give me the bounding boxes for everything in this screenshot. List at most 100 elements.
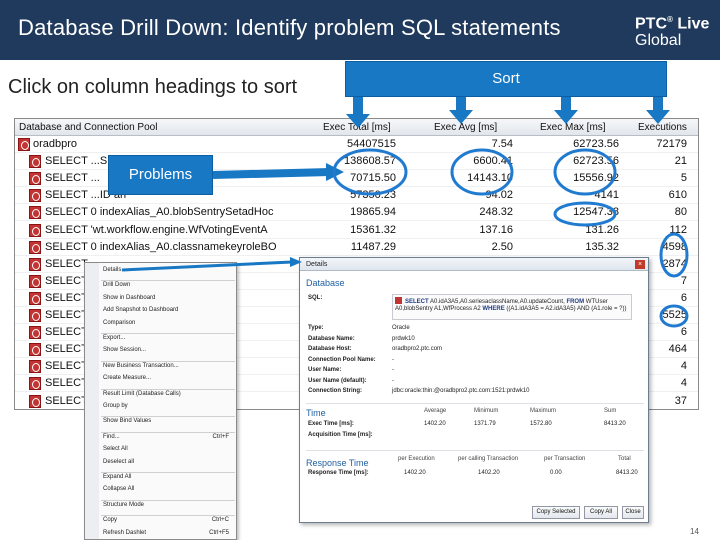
field-value: oradbpro2.ptc.com xyxy=(392,346,443,352)
row-exec-avg: 7.54 xyxy=(491,138,513,150)
close-button[interactable]: Close xyxy=(622,506,644,519)
context-menu-item[interactable]: Refresh Dashlet Ctrl+F5 xyxy=(103,530,233,539)
field-value: - xyxy=(392,377,394,384)
problems-callout-label: Problems xyxy=(128,166,193,183)
row-executions: 72179 xyxy=(656,138,687,150)
menu-separator xyxy=(101,416,235,418)
row-exec-max: 62723.56 xyxy=(573,155,619,168)
context-menu-item[interactable]: Collapse All xyxy=(103,486,233,496)
context-menu-item[interactable]: Add Snapshot to Dashboard xyxy=(103,307,233,317)
field-value: - xyxy=(392,356,394,363)
sql-label: SQL: xyxy=(308,295,323,301)
response-value: 8413.20 xyxy=(616,470,638,476)
context-menu-item[interactable]: Export... xyxy=(103,335,233,345)
row-executions: 5 xyxy=(680,172,687,185)
context-menu-item[interactable]: Deselect all xyxy=(103,459,233,469)
menu-item-shortcut: Ctrl+C xyxy=(211,517,229,524)
database-statement-icon xyxy=(29,309,41,322)
time-value: 8413.20 xyxy=(604,421,626,427)
table-row[interactable]: SELECT 0 indexAlias_A0.classnamekeyroleB… xyxy=(15,239,698,256)
context-menu-item[interactable]: Result Limit (Database Calls) xyxy=(103,391,233,401)
table-row[interactable]: SELECT 'wt.workflow.engine.WfVotingEvent… xyxy=(15,222,698,239)
menu-separator xyxy=(101,388,235,390)
context-menu-item[interactable]: Select All xyxy=(103,446,233,456)
menu-item-label: Show in Dashboard xyxy=(103,294,156,301)
row-executions: 4598 xyxy=(662,240,687,253)
field-value: - xyxy=(392,367,394,373)
context-menu: Details... Drill Down Show in Dashboard Add… xyxy=(84,262,237,540)
row-exec-total: 19865.94 xyxy=(350,206,396,219)
database-statement-icon xyxy=(29,274,41,288)
context-menu-item[interactable]: Group by xyxy=(103,403,233,413)
row-name: oradbpro xyxy=(33,138,78,150)
time-value: 1572.80 xyxy=(530,421,552,427)
row-name: SELECT 'wt.workflow.engine.WfVotingEvent… xyxy=(45,223,268,236)
ptc-live-global-logo: PTC® Live Global xyxy=(635,15,710,50)
copy-all-button[interactable]: Copy All xyxy=(584,506,618,519)
context-menu-item[interactable]: Create Measure... xyxy=(103,375,233,385)
menu-item-label: Drill Down xyxy=(103,282,131,289)
database-statement-icon xyxy=(29,291,41,305)
row-exec-max: 4141 xyxy=(594,189,619,202)
response-headers: per Execution per calling Transaction pe… xyxy=(398,456,631,462)
divider xyxy=(306,403,644,404)
menu-separator xyxy=(101,360,235,362)
context-menu-item[interactable]: Copy Ctrl+C xyxy=(103,517,233,527)
row-exec-max: 12547.38 xyxy=(573,206,619,219)
menu-separator xyxy=(101,431,235,433)
row-exec-max: 135.32 xyxy=(585,240,619,253)
context-menu-item[interactable]: Drill Down xyxy=(103,282,233,292)
time-row-label: Acquisition Time [ms]: xyxy=(308,432,373,438)
database-section-heading: Database xyxy=(306,278,345,288)
field-label: Database Host: xyxy=(308,346,352,352)
menu-item-label: Expand All xyxy=(103,474,132,480)
row-exec-avg: 6600.41 xyxy=(473,155,513,168)
column-header-executions[interactable]: Executions xyxy=(638,122,687,133)
context-menu-item[interactable]: Structure Mode xyxy=(103,502,233,512)
grid-header: Database and Connection Pool Exec Total … xyxy=(15,119,698,136)
row-exec-total: 70715.50 xyxy=(350,172,396,185)
row-exec-avg: 14143.10 xyxy=(467,172,513,185)
context-menu-item[interactable]: Expand All xyxy=(103,474,233,484)
menu-item-shortcut: Ctrl+F xyxy=(212,433,230,440)
context-menu-item[interactable]: Show Bind Values xyxy=(103,418,233,428)
table-row[interactable]: SELECT 0 indexAlias_A0.blobSentrySetadHo… xyxy=(15,204,698,222)
menu-item-label: Result Limit (Database Calls) xyxy=(103,390,181,397)
row-executions: 112 xyxy=(669,223,687,236)
row-name: SELECT 0 indexAlias_A0.blobSentrySetadHo… xyxy=(45,206,274,219)
context-menu-item[interactable]: Comparison xyxy=(103,320,233,330)
row-exec-max: 62723.56 xyxy=(573,138,619,150)
sort-callout: Sort xyxy=(345,61,667,97)
field-label: Type: xyxy=(308,325,324,331)
table-row[interactable]: oradbpro 54407515 7.54 62723.56 72179 xyxy=(15,136,698,153)
row-executions: 21 xyxy=(674,155,687,168)
menu-item-label: Group by xyxy=(103,403,128,409)
close-icon[interactable]: × xyxy=(635,260,645,269)
time-row-label: Exec Time [ms]: xyxy=(308,421,354,427)
response-value: 1402.20 xyxy=(478,470,500,476)
field-label: Connection String: xyxy=(308,388,362,394)
copy-selected-button[interactable]: Copy Selected xyxy=(532,506,580,519)
row-exec-max: 131.26 xyxy=(585,223,619,236)
response-value: 0.00 xyxy=(550,470,562,476)
column-header-exec-avg[interactable]: Exec Avg [ms] xyxy=(434,122,497,133)
row-executions: 610 xyxy=(668,189,687,202)
context-menu-item[interactable]: Show in Dashboard xyxy=(103,295,233,305)
context-menu-item[interactable]: Details... xyxy=(103,267,233,277)
sql-text[interactable]: SELECT A0.idA3A5,A0.seriesaclassName,A0.… xyxy=(392,294,632,320)
context-menu-item[interactable]: Show Session... xyxy=(103,347,233,357)
database-statement-icon xyxy=(29,394,41,408)
menu-separator xyxy=(101,333,235,334)
row-exec-total: 138608.57 xyxy=(344,155,396,168)
column-header-exec-total[interactable]: Exec Total [ms] xyxy=(323,122,391,133)
database-statement-icon xyxy=(29,223,41,237)
column-header-database[interactable]: Database and Connection Pool xyxy=(19,122,157,133)
column-header-exec-max[interactable]: Exec Max [ms] xyxy=(540,122,606,133)
context-menu-item[interactable]: New Business Transaction... xyxy=(103,363,233,373)
row-executions: 80 xyxy=(674,206,687,219)
row-name: SELECT 0 indexAlias_A0.classnamekeyroleB… xyxy=(45,240,277,253)
database-statement-icon xyxy=(29,240,41,254)
menu-separator xyxy=(101,499,235,501)
row-exec-avg: 137.16 xyxy=(479,223,513,236)
context-menu-item[interactable]: Find... Ctrl+F xyxy=(103,434,233,444)
